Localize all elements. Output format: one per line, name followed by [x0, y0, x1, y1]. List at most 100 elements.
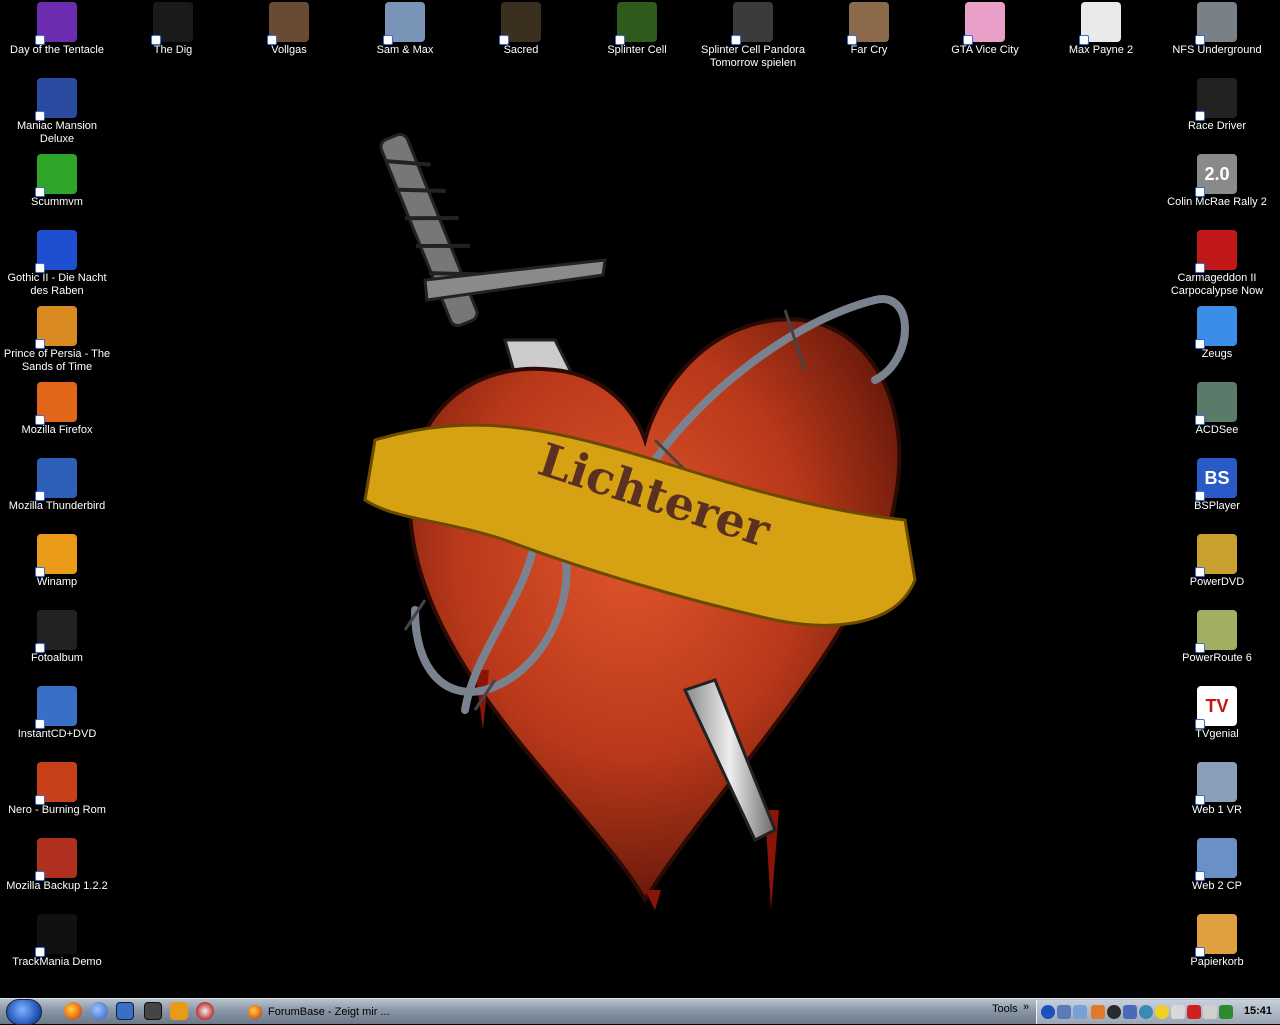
- desktop-shortcut[interactable]: PowerDVD: [1159, 534, 1275, 589]
- shortcut-arrow-icon: [1195, 643, 1205, 653]
- tools-toolbar[interactable]: Tools: [992, 1003, 1018, 1015]
- tray-shield-icon[interactable]: [1171, 1005, 1185, 1019]
- colin-mcrae-2-icon: 2.0: [1195, 154, 1237, 197]
- desktop-shortcut[interactable]: Splinter Cell Pandora Tomorrow spielen: [695, 2, 811, 70]
- shortcut-label: ACDSee: [1195, 424, 1239, 436]
- desktop-shortcut[interactable]: Mozilla Firefox: [0, 382, 115, 437]
- desktop-shortcut[interactable]: NFS Underground: [1159, 2, 1275, 57]
- shortcut-arrow-icon: [35, 187, 45, 197]
- shortcut-label: Sam & Max: [376, 44, 434, 56]
- firefox-quicklaunch-icon[interactable]: [64, 1002, 82, 1020]
- shortcut-label: Splinter Cell Pandora Tomorrow spielen: [701, 44, 805, 69]
- firefox-icon: [248, 1005, 262, 1019]
- desktop-shortcut[interactable]: TrackMania Demo: [0, 914, 115, 969]
- desktop-shortcut[interactable]: InstantCD+DVD: [0, 686, 115, 741]
- desktop-shortcut[interactable]: Prince of Persia - The Sands of Time: [0, 306, 115, 374]
- desktop-shortcut[interactable]: Sacred: [463, 2, 579, 57]
- shortcut-arrow-icon: [1195, 491, 1205, 501]
- desktop-shortcut[interactable]: TV TVgenial: [1159, 686, 1275, 741]
- desktop-shortcut[interactable]: Web 2 CP: [1159, 838, 1275, 893]
- winamp-icon: [35, 534, 77, 577]
- taskbar-window-button[interactable]: ForumBase - Zeigt mir ...: [244, 1001, 394, 1023]
- icon-glyph: BS: [1204, 467, 1230, 488]
- tray-network-icon[interactable]: [1057, 1005, 1071, 1019]
- tray-app-icon[interactable]: [1107, 1005, 1121, 1019]
- shortcut-label: Carmageddon II Carpocalypse Now: [1170, 272, 1264, 297]
- desktop-shortcut[interactable]: Carmageddon II Carpocalypse Now: [1159, 230, 1275, 298]
- shortcut-arrow-icon: [383, 35, 393, 45]
- desktop-shortcut[interactable]: Gothic II - Die Nacht des Raben: [0, 230, 115, 298]
- shortcut-label: Day of the Tentacle: [10, 44, 104, 56]
- shortcut-label: BSPlayer: [1194, 500, 1240, 512]
- tray-tool-icon[interactable]: [1203, 1005, 1217, 1019]
- shortcut-label: Web 2 CP: [1192, 880, 1242, 892]
- sacred-emblem-icon: [499, 2, 541, 45]
- desktop-shortcut[interactable]: Maniac Mansion Deluxe: [0, 78, 115, 146]
- tray-volume-icon[interactable]: [1219, 1005, 1233, 1019]
- prince-persia-icon: [35, 306, 77, 349]
- media-quicklaunch-icon[interactable]: [144, 1002, 162, 1020]
- desktop-shortcut[interactable]: Nero - Burning Rom: [0, 762, 115, 817]
- tray-alert-icon[interactable]: [1187, 1005, 1201, 1019]
- shortcut-label: Gothic II - Die Nacht des Raben: [7, 272, 107, 297]
- network-computer-icon: [1195, 762, 1237, 805]
- shortcut-arrow-icon: [35, 947, 45, 957]
- desktop-shortcut[interactable]: Vollgas: [231, 2, 347, 57]
- desktop-shortcut[interactable]: ACDSee: [1159, 382, 1275, 437]
- shortcut-arrow-icon: [847, 35, 857, 45]
- shortcut-label: Nero - Burning Rom: [8, 804, 106, 816]
- desktop-shortcut[interactable]: 2.0 Colin McRae Rally 2: [1159, 154, 1275, 209]
- desktop-shortcut[interactable]: The Dig: [115, 2, 231, 57]
- shortcut-label: Winamp: [36, 576, 78, 588]
- tray-note-icon[interactable]: [1155, 1005, 1169, 1019]
- tray-info-icon[interactable]: [1041, 1005, 1055, 1019]
- desktop-shortcut[interactable]: Scummvm: [0, 154, 115, 209]
- desktop-shortcut[interactable]: Mozilla Thunderbird: [0, 458, 115, 513]
- shortcut-label: Splinter Cell: [607, 44, 667, 56]
- bsplayer-icon: BS: [1195, 458, 1237, 501]
- shortcut-arrow-icon: [35, 719, 45, 729]
- scummvm-icon: [35, 154, 77, 197]
- shortcut-label: Maniac Mansion Deluxe: [16, 120, 98, 145]
- desktop-shortcut[interactable]: Far Cry: [811, 2, 927, 57]
- start-button[interactable]: [6, 999, 42, 1025]
- thunderbird-quicklaunch-icon[interactable]: [90, 1002, 108, 1020]
- desktop-shortcut[interactable]: Day of the Tentacle: [0, 2, 115, 57]
- desktop[interactable]: Lichterer Day of the Tentacle The Dig Voll…: [0, 0, 1280, 998]
- desktop-shortcut[interactable]: Splinter Cell: [579, 2, 695, 57]
- tray-connection-icon[interactable]: [1073, 1005, 1087, 1019]
- shortcut-arrow-icon: [1195, 719, 1205, 729]
- desktop-shortcut[interactable]: Fotoalbum: [0, 610, 115, 665]
- desktop-shortcut[interactable]: Zeugs: [1159, 306, 1275, 361]
- desktop-shortcut[interactable]: Max Payne 2: [1043, 2, 1159, 57]
- desktop-shortcut[interactable]: GTA Vice City: [927, 2, 1043, 57]
- desktop-shortcut[interactable]: Winamp: [0, 534, 115, 589]
- desktop-shortcut[interactable]: Web 1 VR: [1159, 762, 1275, 817]
- shortcut-label: Max Payne 2: [1068, 44, 1134, 56]
- folder-icon: [1195, 306, 1237, 349]
- desktop-shortcut[interactable]: Mozilla Backup 1.2.2: [0, 838, 115, 893]
- winamp-quicklaunch-icon[interactable]: [170, 1002, 188, 1020]
- shortcut-arrow-icon: [1195, 35, 1205, 45]
- acdsee-eye-icon: [1195, 382, 1237, 425]
- clock[interactable]: 15:41: [1244, 1005, 1272, 1017]
- toolbar-chevron-icon[interactable]: »: [1023, 1001, 1029, 1013]
- shortcut-label: Mozilla Backup 1.2.2: [6, 880, 108, 892]
- show-desktop-icon[interactable]: [116, 1002, 134, 1020]
- tvgenial-icon: TV: [1195, 686, 1237, 729]
- desktop-shortcut[interactable]: BS BSPlayer: [1159, 458, 1275, 513]
- desktop-shortcut[interactable]: Race Driver: [1159, 78, 1275, 133]
- tray-display-icon[interactable]: [1091, 1005, 1105, 1019]
- tray-monitor-icon[interactable]: [1123, 1005, 1137, 1019]
- shortcut-label: TVgenial: [1195, 728, 1239, 740]
- shortcut-arrow-icon: [499, 35, 509, 45]
- nero-colosseum-icon: [35, 762, 77, 805]
- shortcut-arrow-icon: [615, 35, 625, 45]
- app-quicklaunch-icon[interactable]: [196, 1002, 214, 1020]
- desktop-shortcut[interactable]: PowerRoute 6: [1159, 610, 1275, 665]
- desktop-shortcut[interactable]: Sam & Max: [347, 2, 463, 57]
- desktop-shortcut[interactable]: Papierkorb: [1159, 914, 1275, 969]
- shortcut-arrow-icon: [35, 111, 45, 121]
- tray-globe-icon[interactable]: [1139, 1005, 1153, 1019]
- shortcut-label: Vollgas: [271, 44, 307, 56]
